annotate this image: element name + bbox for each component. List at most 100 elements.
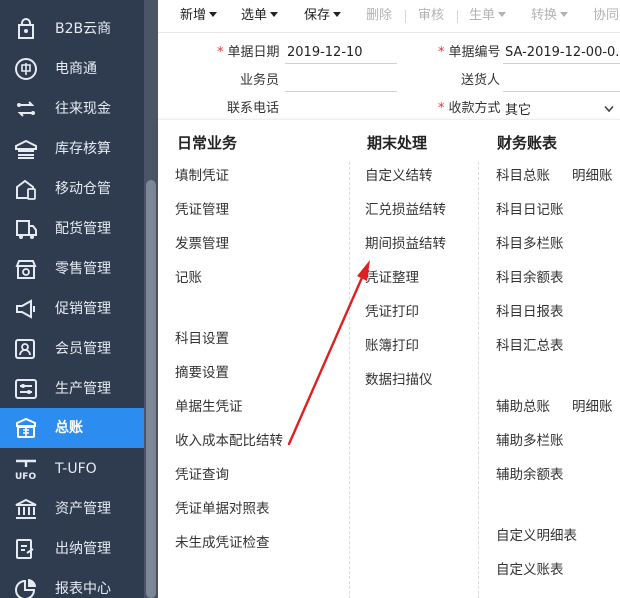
sidebar-item-cashier[interactable]: 出纳管理 — [0, 529, 144, 569]
sidebar-item-label: 报表中心 — [55, 581, 111, 597]
sidebar-item-label: 生产管理 — [55, 381, 111, 397]
menu-column-title-financial-reports: 财务账表 — [497, 134, 558, 152]
new-button-label: 新增 — [180, 8, 207, 23]
sidebar-item-label: 资产管理 — [55, 501, 111, 517]
svg-text:UFO: UFO — [15, 472, 36, 481]
menu-item-fill-voucher[interactable]: 填制凭证 — [175, 167, 229, 185]
toolbar: 新增 选单 保存 删除 审核 生单 转换 协同 — [158, 0, 620, 33]
sidebar-item-tufo[interactable]: UFO T-UFO — [0, 449, 144, 489]
date-field[interactable] — [285, 42, 397, 64]
menu-item-account-multicolumn[interactable]: 科目多栏账 — [496, 235, 564, 253]
sidebar-item-b2b[interactable]: B2B云商 — [0, 9, 144, 49]
menu-item-account-general-ledger[interactable]: 科目总账 — [496, 167, 550, 185]
sidebar-scrollbar-thumb[interactable] — [146, 180, 156, 598]
deliverer-field[interactable] — [503, 70, 620, 92]
date-label: * 单据日期 — [217, 45, 280, 61]
menu-item-voucher-document-table[interactable]: 凭证单据对照表 — [175, 500, 270, 518]
menu-item-voucher-query[interactable]: 凭证查询 — [175, 466, 229, 484]
menu-item-document-to-voucher[interactable]: 单据生凭证 — [175, 398, 243, 416]
sidebar-item-cash[interactable]: 往来现金 — [0, 89, 144, 129]
sidebar-item-label: 往来现金 — [55, 101, 111, 117]
sidebar-item-label: T-UFO — [55, 461, 97, 477]
collaborate-button[interactable]: 协同 — [593, 8, 619, 24]
required-mark: * — [438, 101, 445, 116]
menu-item-account-settings[interactable]: 科目设置 — [175, 330, 229, 348]
menu-item-account-balance[interactable]: 科目余额表 — [496, 269, 564, 287]
menu-item-custom-report[interactable]: 自定义账表 — [496, 561, 564, 579]
shopping-bag-icon — [13, 17, 39, 41]
review-button[interactable]: 审核 — [418, 8, 444, 24]
exchange-icon — [13, 97, 39, 121]
menu-item-voucher-print[interactable]: 凭证打印 — [365, 303, 419, 321]
caret-down-icon — [209, 12, 218, 17]
caret-down-icon — [498, 12, 507, 17]
menu-item-exchange-gain-loss-carryover[interactable]: 汇兑损益结转 — [365, 201, 446, 219]
sidebar-item-mobile-warehouse[interactable]: 移动仓管 — [0, 169, 144, 209]
bank-building-icon — [13, 497, 39, 521]
menu-item-ledger-print[interactable]: 账簿打印 — [365, 337, 419, 355]
document-form: *单据日期 *单据编号 业务员 送货人 联系电话 *收款方式 — [158, 33, 620, 120]
ecommerce-icon — [13, 57, 39, 81]
menu-item-custom-carryover[interactable]: 自定义结转 — [365, 167, 433, 185]
phone-field[interactable] — [285, 98, 397, 120]
sidebar-item-general-ledger[interactable]: 总账 — [0, 408, 144, 448]
menu-item-detail-ledger[interactable]: 明细账 — [572, 167, 613, 185]
cashier-icon — [13, 537, 39, 561]
sidebar-item-label: 移动仓管 — [55, 181, 111, 197]
required-mark: * — [217, 45, 224, 60]
payment-method-select[interactable] — [503, 98, 620, 120]
menu-item-account-summary[interactable]: 科目汇总表 — [496, 337, 564, 355]
menu-item-posting[interactable]: 记账 — [175, 269, 202, 287]
sidebar-item-retail[interactable]: 零售管理 — [0, 249, 144, 289]
date-label-text: 单据日期 — [227, 45, 280, 60]
sidebar: B2B云商 电商通 往来现金 库存核算 移动仓管 配货管理 零售管理 促销管理 … — [0, 0, 144, 598]
menu-column-title-period-end: 期末处理 — [367, 134, 428, 152]
menu-item-auxiliary-detail-ledger[interactable]: 明细账 — [572, 398, 613, 416]
sidebar-item-assets[interactable]: 资产管理 — [0, 489, 144, 529]
menu-item-custom-detail-report[interactable]: 自定义明细表 — [496, 527, 577, 545]
menu-item-account-journal[interactable]: 科目日记账 — [496, 201, 564, 219]
sidebar-item-promotion[interactable]: 促销管理 — [0, 289, 144, 329]
menu-item-voucher-management[interactable]: 凭证管理 — [175, 201, 229, 219]
payment-method-label: * 收款方式 — [438, 101, 501, 117]
menu-column-divider — [478, 162, 479, 598]
salesman-field[interactable] — [285, 70, 397, 92]
sidebar-item-reports[interactable]: 报表中心 — [0, 569, 144, 598]
sidebar-item-ecommerce[interactable]: 电商通 — [0, 49, 144, 89]
menu-item-ungenerated-voucher-check[interactable]: 未生成凭证检查 — [175, 534, 270, 552]
menu-item-auxiliary-multicolumn[interactable]: 辅助多栏账 — [496, 432, 564, 450]
convert-button[interactable]: 转换 — [531, 8, 569, 24]
chevron-down-icon[interactable] — [604, 105, 614, 113]
select-order-button[interactable]: 选单 — [241, 8, 279, 24]
sidebar-item-production[interactable]: 生产管理 — [0, 369, 144, 409]
general-ledger-menu: 日常业务 期末处理 财务账表 填制凭证 凭证管理 发票管理 记账 科目设置 摘要… — [158, 119, 620, 598]
generate-order-button[interactable]: 生单 — [469, 8, 507, 24]
salesman-label: 业务员 — [240, 73, 280, 88]
sidebar-item-member[interactable]: 会员管理 — [0, 329, 144, 369]
pie-chart-icon — [13, 577, 39, 598]
caret-down-icon — [560, 12, 569, 17]
menu-item-auxiliary-balance[interactable]: 辅助余额表 — [496, 466, 564, 484]
sidebar-item-distribution[interactable]: 配货管理 — [0, 209, 144, 249]
sidebar-item-inventory[interactable]: 库存核算 — [0, 129, 144, 169]
required-mark: * — [438, 45, 445, 60]
payment-method-label-text: 收款方式 — [448, 101, 501, 116]
document-number-field[interactable] — [503, 42, 620, 64]
delete-button[interactable]: 删除 — [366, 8, 392, 24]
sidebar-item-label: 总账 — [55, 420, 83, 436]
app-window: B2B云商 电商通 往来现金 库存核算 移动仓管 配货管理 零售管理 促销管理 … — [0, 0, 620, 598]
menu-item-auxiliary-general-ledger[interactable]: 辅助总账 — [496, 398, 550, 416]
production-icon — [13, 377, 39, 401]
menu-item-revenue-cost-matching[interactable]: 收入成本配比结转 — [175, 432, 283, 450]
new-button[interactable]: 新增 — [180, 8, 218, 24]
menu-item-invoice-management[interactable]: 发票管理 — [175, 235, 229, 253]
menu-item-voucher-organize[interactable]: 凭证整理 — [365, 269, 419, 287]
inventory-icon — [13, 137, 39, 161]
save-button[interactable]: 保存 — [304, 8, 342, 24]
menu-item-data-scanner[interactable]: 数据扫描仪 — [365, 371, 433, 389]
menu-item-period-profit-loss-carryover[interactable]: 期间损益结转 — [365, 235, 446, 253]
menu-item-account-daily-report[interactable]: 科目日报表 — [496, 303, 564, 321]
menu-item-summary-settings[interactable]: 摘要设置 — [175, 364, 229, 382]
sidebar-item-label: 零售管理 — [55, 261, 111, 277]
retail-shop-icon — [13, 257, 39, 281]
